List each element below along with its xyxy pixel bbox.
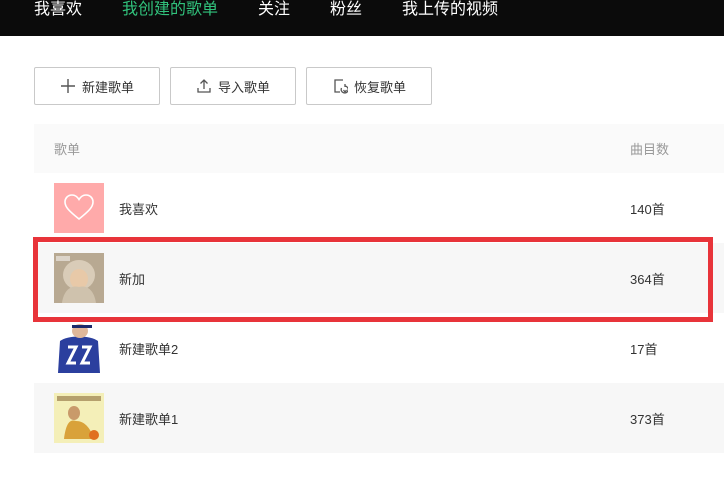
playlist-name[interactable]: 新加 — [119, 269, 145, 288]
restore-playlist-button[interactable]: 恢复歌单 — [306, 67, 432, 105]
column-header-track-count: 曲目数 — [630, 142, 670, 157]
import-playlist-label: 导入歌单 — [217, 79, 270, 95]
table-row[interactable]: 新加 364首 — [34, 243, 724, 313]
playlist-cover[interactable] — [54, 183, 104, 233]
table-header: 歌单 曲目数 — [34, 124, 724, 173]
playlist-cover[interactable] — [54, 323, 104, 373]
top-nav: 我喜欢 我创建的歌单 关注 粉丝 我上传的视频 — [0, 0, 724, 36]
restore-playlist-label: 恢复歌单 — [353, 79, 406, 95]
upload-icon — [197, 79, 211, 93]
track-count: 140首 — [630, 202, 665, 217]
playlist-name[interactable]: 新建歌单2 — [119, 339, 178, 358]
table-row[interactable]: 新建歌单2 17首 — [34, 313, 724, 383]
plus-icon — [60, 79, 75, 93]
tab-my-likes[interactable]: 我喜欢 — [34, 0, 82, 20]
table-row[interactable]: 新建歌单1 373首 — [34, 383, 724, 453]
new-playlist-label: 新建歌单 — [81, 79, 134, 95]
restore-icon — [334, 79, 348, 94]
tab-my-created-playlists[interactable]: 我创建的歌单 — [122, 0, 218, 20]
table-row[interactable]: 我喜欢 140首 — [34, 173, 724, 243]
playlist-cover[interactable] — [54, 253, 104, 303]
tab-following[interactable]: 关注 — [258, 0, 290, 20]
playlist-name[interactable]: 我喜欢 — [119, 199, 158, 218]
album-art-image — [54, 323, 104, 373]
playlist-name[interactable]: 新建歌单1 — [119, 409, 178, 428]
import-playlist-button[interactable]: 导入歌单 — [170, 67, 296, 105]
album-art-image — [54, 253, 104, 303]
column-header-playlist: 歌单 — [54, 142, 81, 157]
track-count: 373首 — [630, 412, 665, 427]
track-count: 17首 — [630, 342, 658, 357]
tab-fans[interactable]: 粉丝 — [330, 0, 362, 20]
heart-icon — [64, 194, 94, 221]
album-art-image — [54, 393, 104, 443]
track-count: 364首 — [630, 272, 665, 287]
new-playlist-button[interactable]: 新建歌单 — [34, 67, 160, 105]
playlist-cover[interactable] — [54, 393, 104, 443]
tab-my-uploaded-videos[interactable]: 我上传的视频 — [402, 0, 498, 20]
